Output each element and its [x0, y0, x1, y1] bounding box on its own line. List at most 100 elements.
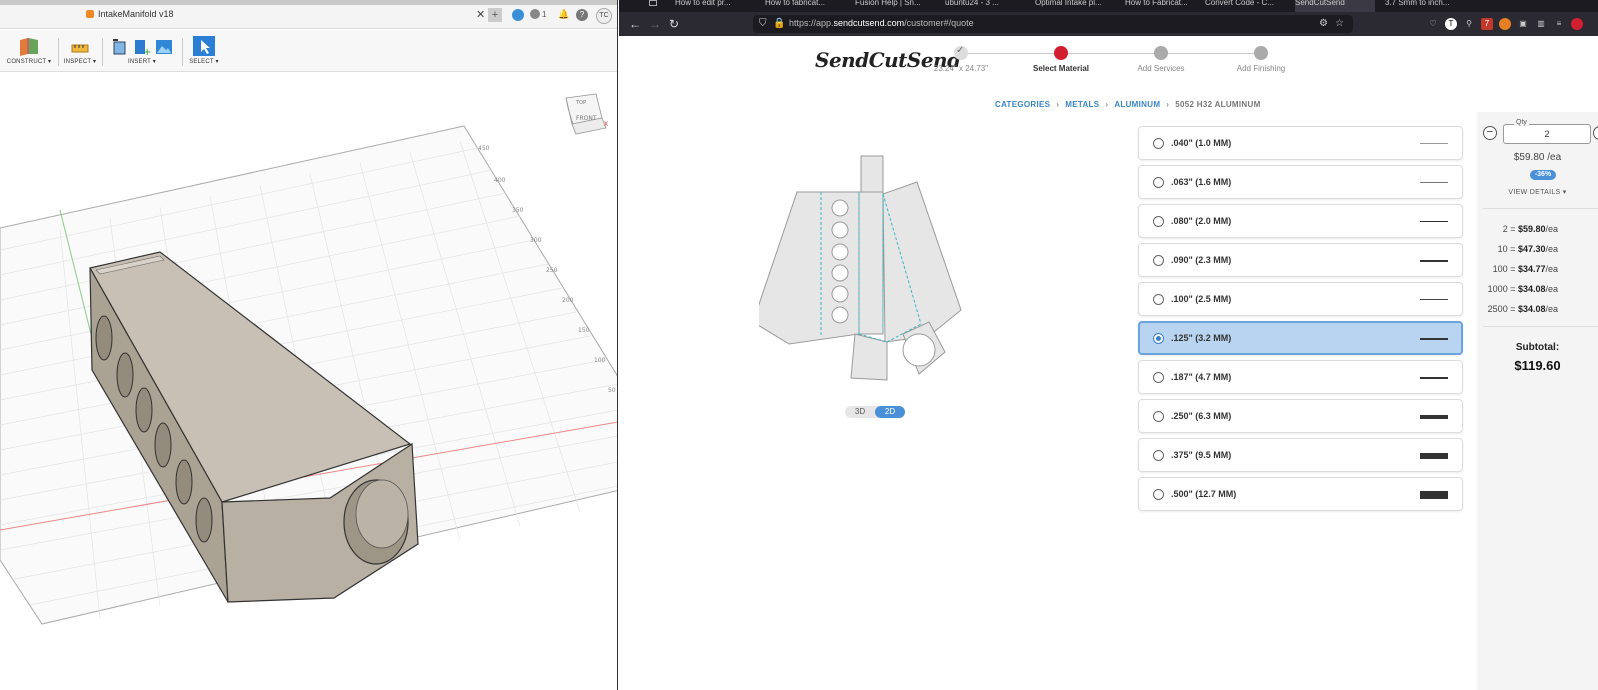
help-icon[interactable]: ?: [576, 9, 588, 21]
radio-button[interactable]: [1153, 372, 1164, 383]
new-tab-button[interactable]: +: [488, 8, 502, 22]
back-icon[interactable]: ←: [629, 17, 641, 31]
sidebar-icon[interactable]: ▥: [1535, 18, 1547, 30]
radio-button[interactable]: [1153, 489, 1164, 500]
view-2d-button[interactable]: 2D: [875, 406, 905, 418]
thickness-option[interactable]: .063" (1.6 MM): [1138, 165, 1463, 199]
price-tier: 1000 = $34.08/ea: [1487, 284, 1558, 294]
price-tier: 2500 = $34.08/ea: [1487, 304, 1558, 314]
construct-group[interactable]: CONSTRUCT ▾: [6, 36, 52, 65]
qty-decrement-button[interactable]: −: [1483, 126, 1497, 140]
radio-button[interactable]: [1153, 411, 1164, 422]
model-canvas[interactable]: 450 400 350 300 250 200 150 100 50 TOP F…: [0, 72, 618, 690]
grid-label: 450: [478, 145, 490, 152]
menu-icon[interactable]: ≡: [1553, 18, 1565, 30]
step-dimensions[interactable]: 23.24" x 24.73": [916, 45, 1006, 73]
qty-label: Qty: [1514, 119, 1529, 126]
browser-tab[interactable]: Fusion Help | Sn...: [855, 0, 935, 12]
close-tab-icon[interactable]: ✕: [476, 8, 485, 21]
reload-icon[interactable]: ↻: [669, 17, 679, 31]
extension-b-icon[interactable]: [1499, 18, 1511, 30]
grid-label: 300: [530, 237, 542, 244]
thickness-option[interactable]: .080" (2.0 MM): [1138, 204, 1463, 238]
price-tier: 100 = $34.77/ea: [1492, 264, 1558, 274]
radio-button-selected[interactable]: [1153, 333, 1164, 344]
step-label: Add Services: [1137, 64, 1185, 73]
fusion-window: IntakeManifold v18 ✕ + 1 🔔 ? TC CONSTRUC…: [0, 0, 618, 690]
viewcube-axis-label: X: [604, 121, 608, 128]
view-toggle[interactable]: 3D 2D: [845, 406, 905, 418]
radio-button[interactable]: [1153, 255, 1164, 266]
discount-badge: -36%: [1530, 170, 1556, 180]
thickness-option-selected[interactable]: .125" (3.2 MM): [1138, 321, 1463, 355]
browser-tab[interactable]: How to Fabricat...: [1125, 0, 1205, 12]
radio-button[interactable]: [1153, 450, 1164, 461]
extensions-icon[interactable]: ⚲: [1463, 18, 1475, 30]
toolbar-divider: [58, 38, 59, 66]
qty-increment-button[interactable]: [1593, 126, 1598, 140]
browser-tab[interactable]: 3.7 Smm to inch...: [1385, 0, 1465, 12]
thickness-line-icon: [1420, 143, 1448, 144]
forward-icon[interactable]: →: [649, 17, 661, 31]
thickness-option[interactable]: .040" (1.0 MM): [1138, 126, 1463, 160]
thickness-line-icon: [1420, 260, 1448, 262]
user-avatar[interactable]: TC: [596, 8, 612, 24]
step-add-finishing[interactable]: Add Finishing: [1216, 46, 1306, 73]
view-3d-button[interactable]: 3D: [845, 406, 875, 418]
thickness-option[interactable]: .250" (6.3 MM): [1138, 399, 1463, 433]
breadcrumb-aluminum[interactable]: ALUMINUM: [1114, 100, 1160, 109]
part-preview[interactable]: [752, 146, 999, 426]
insert-menu[interactable]: INSERT ▾: [106, 58, 178, 65]
model-viewport[interactable]: 450 400 350 300 250 200 150 100 50 TOP F…: [0, 72, 618, 690]
containers-icon[interactable]: ▣: [1517, 18, 1529, 30]
chevron-right-icon: ›: [1105, 100, 1109, 109]
grid-label: 350: [512, 207, 524, 214]
browser-tab[interactable]: Optimal Intake pl...: [1035, 0, 1115, 12]
url-text[interactable]: https://app.sendcutsend.com/customer#/qu…: [789, 18, 974, 28]
select-menu[interactable]: SELECT ▾: [186, 58, 222, 65]
browser-tab[interactable]: How to edit pr...: [675, 0, 755, 12]
radio-button[interactable]: [1153, 177, 1164, 188]
extension-t-icon[interactable]: T: [1445, 18, 1457, 30]
qty-input[interactable]: Qty 2: [1503, 119, 1591, 144]
browser-tab[interactable]: Convert Code - C...: [1205, 0, 1285, 12]
view-details-link[interactable]: VIEW DETAILS ▾: [1477, 188, 1598, 196]
insert-group[interactable]: + INSERT ▾: [106, 36, 178, 65]
bookmark-star-icon[interactable]: ☆: [1335, 18, 1344, 29]
url-bar[interactable]: ⛉ 🔒 https://app.sendcutsend.com/customer…: [753, 15, 1353, 33]
reader-icon[interactable]: ⚙: [1319, 18, 1328, 29]
abp-icon[interactable]: [1571, 18, 1583, 30]
document-tab[interactable]: IntakeManifold v18: [86, 9, 174, 19]
window-divider: [617, 0, 618, 690]
viewcube[interactable]: TOP FRONT X: [565, 93, 608, 135]
step-add-services[interactable]: Add Services: [1116, 46, 1206, 73]
browser-tab[interactable]: ubuntu24 - 3 ...: [945, 0, 1025, 12]
inspect-menu[interactable]: INSPECT ▾: [62, 58, 98, 65]
thickness-option[interactable]: .187" (4.7 MM): [1138, 360, 1463, 394]
browser-toolbar: ← → ↻ ⛉ 🔒 https://app.sendcutsend.com/cu…: [619, 12, 1598, 36]
data-panel-icon[interactable]: [512, 9, 524, 21]
thickness-option[interactable]: .500" (12.7 MM): [1138, 477, 1463, 511]
inspect-group[interactable]: INSPECT ▾: [62, 36, 98, 65]
radio-button[interactable]: [1153, 216, 1164, 227]
thickness-label: .040" (1.0 MM): [1171, 138, 1232, 148]
extension-badge-icon[interactable]: 7: [1481, 18, 1493, 30]
pocket-icon[interactable]: ♡: [1427, 18, 1439, 30]
browser-tab[interactable]: How to fabricat...: [765, 0, 845, 12]
bell-icon[interactable]: 🔔: [558, 9, 569, 20]
breadcrumb-current: 5052 H32 ALUMINUM: [1175, 100, 1261, 109]
thickness-option[interactable]: .100" (2.5 MM): [1138, 282, 1463, 316]
construct-menu[interactable]: CONSTRUCT ▾: [6, 58, 52, 65]
tab-list-icon[interactable]: [649, 0, 657, 6]
radio-button[interactable]: [1153, 138, 1164, 149]
select-group[interactable]: SELECT ▾: [186, 36, 222, 65]
breadcrumb-categories[interactable]: CATEGORIES: [995, 100, 1050, 109]
browser-tab-active[interactable]: SendCutSend: [1295, 0, 1375, 12]
radio-button[interactable]: [1153, 294, 1164, 305]
qty-value[interactable]: 2: [1504, 129, 1590, 139]
thickness-option[interactable]: .090" (2.3 MM): [1138, 243, 1463, 277]
step-select-material[interactable]: Select Material: [1016, 46, 1106, 73]
thickness-option[interactable]: .375" (9.5 MM): [1138, 438, 1463, 472]
breadcrumb-metals[interactable]: METALS: [1065, 100, 1099, 109]
jobs-status[interactable]: 1: [530, 9, 546, 19]
